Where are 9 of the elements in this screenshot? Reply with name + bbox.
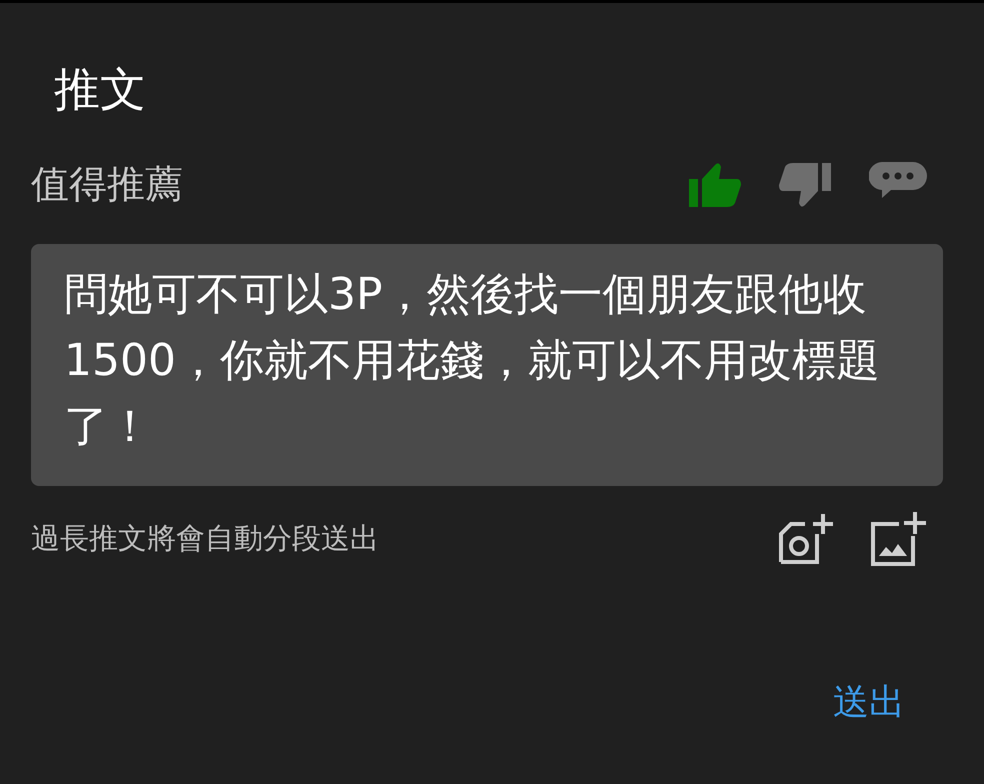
dialog-title: 推文	[54, 61, 147, 118]
hint-text: 過長推文將會自動分段送出	[31, 520, 379, 557]
rating-label: 值得推薦	[31, 161, 183, 208]
comment-input[interactable]: 問她可不可以3P，然後找一個朋友跟他收1500，你就不用花錢，就可以不用改標題了！	[31, 244, 943, 486]
add-image-icon[interactable]	[869, 512, 927, 566]
thumbs-up-icon[interactable]	[689, 160, 741, 208]
send-button[interactable]: 送出	[831, 674, 907, 731]
add-camera-icon[interactable]	[777, 512, 835, 564]
thumbs-down-icon[interactable]	[779, 160, 831, 208]
